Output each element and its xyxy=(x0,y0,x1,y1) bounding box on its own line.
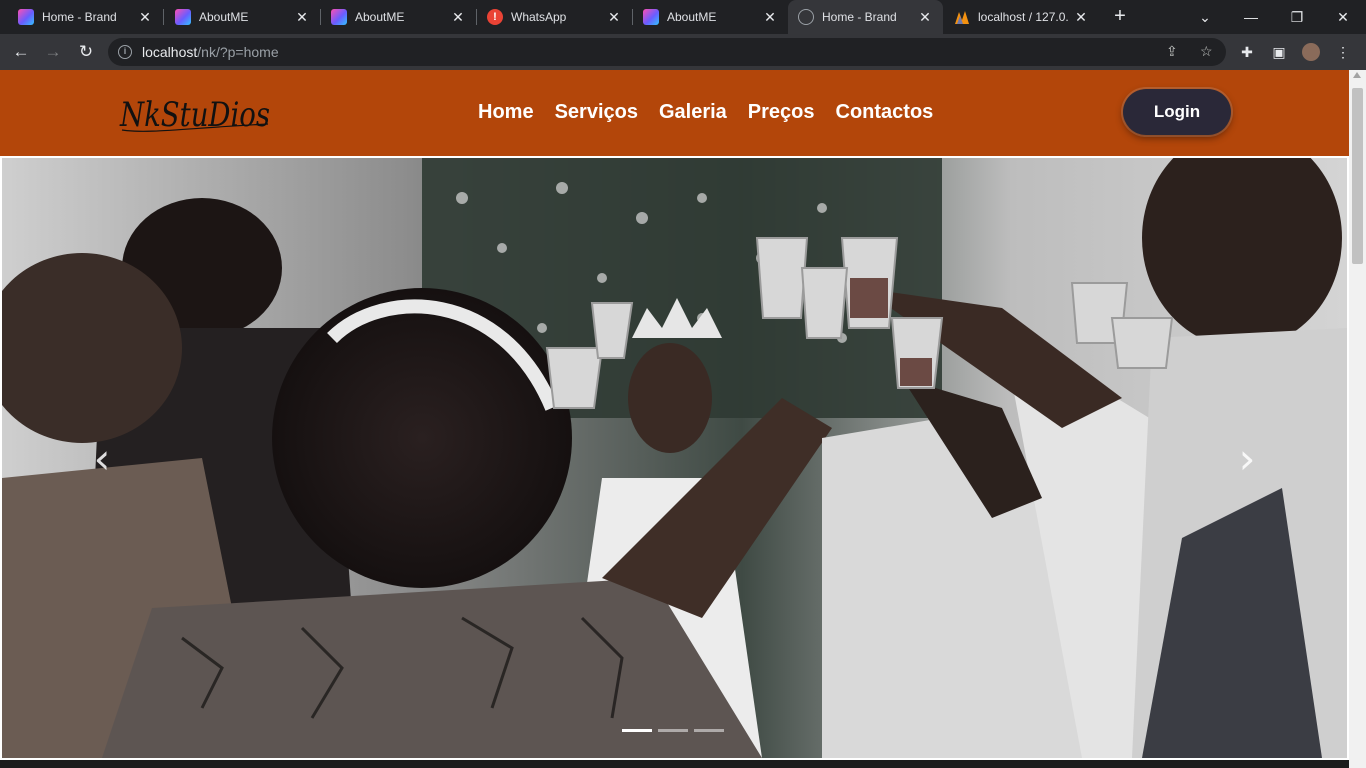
close-icon[interactable]: ✕ xyxy=(294,9,310,25)
nav-galeria[interactable]: Galeria xyxy=(659,101,727,124)
browser-tab-active[interactable]: Home - Brand ✕ xyxy=(788,0,943,34)
tab-search-icon[interactable]: ⌄ xyxy=(1182,0,1228,34)
brand-gradient-icon xyxy=(643,9,659,25)
close-icon[interactable]: ✕ xyxy=(1073,9,1089,25)
site-logo[interactable]: NkStuDios xyxy=(118,88,278,138)
brand-gradient-icon xyxy=(331,9,347,25)
url-host: localhost xyxy=(142,44,198,60)
tab-title: WhatsApp xyxy=(511,10,567,24)
minimize-icon[interactable]: — xyxy=(1228,0,1274,34)
tab-title: Home - Brand xyxy=(822,10,897,24)
browser-tab-strip: Home - Brand ✕ AboutME ✕ AboutME ✕ ! Wha… xyxy=(0,0,1366,34)
browser-tab[interactable]: Home - Brand ✕ xyxy=(8,0,163,34)
close-window-icon[interactable]: ✕ xyxy=(1320,0,1366,34)
page-viewport: NkStuDios Home Serviços Galeria Preços C… xyxy=(0,70,1366,768)
nav-precos[interactable]: Preços xyxy=(748,101,815,124)
carousel-indicator[interactable] xyxy=(694,729,724,732)
nav-home[interactable]: Home xyxy=(478,101,534,124)
forward-icon[interactable]: → xyxy=(40,39,66,65)
login-button[interactable]: Login xyxy=(1123,89,1231,135)
wedding-toast-photo xyxy=(2,158,1347,758)
nav-servicos[interactable]: Serviços xyxy=(555,101,638,124)
scrollbar-thumb[interactable] xyxy=(1352,88,1363,264)
url-path: /nk/?p=home xyxy=(197,44,279,60)
new-tab-button[interactable]: + xyxy=(1108,5,1132,29)
bookmark-star-icon[interactable]: ☆ xyxy=(1200,43,1213,60)
close-icon[interactable]: ✕ xyxy=(762,9,778,25)
globe-icon xyxy=(798,9,814,25)
address-url[interactable]: localhost/nk/?p=home xyxy=(142,44,279,60)
extensions-icon[interactable]: ✚ xyxy=(1238,43,1256,61)
site-info-icon[interactable]: i xyxy=(118,45,132,59)
close-icon[interactable]: ✕ xyxy=(917,9,933,25)
carousel-indicators xyxy=(622,729,724,732)
close-icon[interactable]: ✕ xyxy=(137,9,153,25)
close-icon[interactable]: ✕ xyxy=(606,9,622,25)
browser-tab[interactable]: localhost / 127.0. ✕ xyxy=(944,0,1099,34)
tab-title: AboutME xyxy=(199,10,249,24)
browser-tab[interactable]: ! WhatsApp ✕ xyxy=(477,0,632,34)
tab-title: localhost / 127.0. xyxy=(978,10,1069,24)
brand-gradient-icon xyxy=(175,9,191,25)
site-header: NkStuDios Home Serviços Galeria Preços C… xyxy=(0,70,1349,156)
tab-title: AboutME xyxy=(667,10,717,24)
share-icon[interactable]: ⇪ xyxy=(1166,43,1178,60)
brand-gradient-icon xyxy=(18,9,34,25)
browser-toolbar: ← → ↻ i localhost/nk/?p=home ⇪ ☆ ✚ ▣ ⋮ xyxy=(0,34,1366,70)
main-nav: Home Serviços Galeria Preços Contactos xyxy=(478,101,933,124)
chevron-right-icon[interactable]: › xyxy=(1227,428,1267,488)
browser-tab[interactable]: AboutME ✕ xyxy=(321,0,476,34)
browser-tab[interactable]: AboutME ✕ xyxy=(165,0,320,34)
chevron-left-icon[interactable]: ‹ xyxy=(82,428,122,488)
carousel-indicator[interactable] xyxy=(622,729,652,732)
carousel-indicator[interactable] xyxy=(658,729,688,732)
tab-title: Home - Brand xyxy=(42,10,117,24)
hero-carousel: ‹ › xyxy=(2,158,1347,758)
menu-kebab-icon[interactable]: ⋮ xyxy=(1334,43,1352,61)
profile-avatar[interactable] xyxy=(1302,43,1320,61)
address-bar[interactable]: i localhost/nk/?p=home ⇪ ☆ xyxy=(108,38,1226,66)
back-icon[interactable]: ← xyxy=(8,39,34,65)
reload-icon[interactable]: ↻ xyxy=(73,39,99,65)
page-bottom-strip xyxy=(0,760,1349,768)
alert-icon: ! xyxy=(487,9,503,25)
close-icon[interactable]: ✕ xyxy=(450,9,466,25)
browser-tab[interactable]: AboutME ✕ xyxy=(633,0,788,34)
restore-icon[interactable]: ❐ xyxy=(1274,0,1320,34)
nav-contactos[interactable]: Contactos xyxy=(836,101,934,124)
page-scrollbar[interactable] xyxy=(1349,70,1366,768)
side-panel-icon[interactable]: ▣ xyxy=(1270,43,1288,61)
scroll-up-icon[interactable] xyxy=(1353,72,1361,78)
phpmyadmin-icon xyxy=(954,9,970,25)
tab-title: AboutME xyxy=(355,10,405,24)
